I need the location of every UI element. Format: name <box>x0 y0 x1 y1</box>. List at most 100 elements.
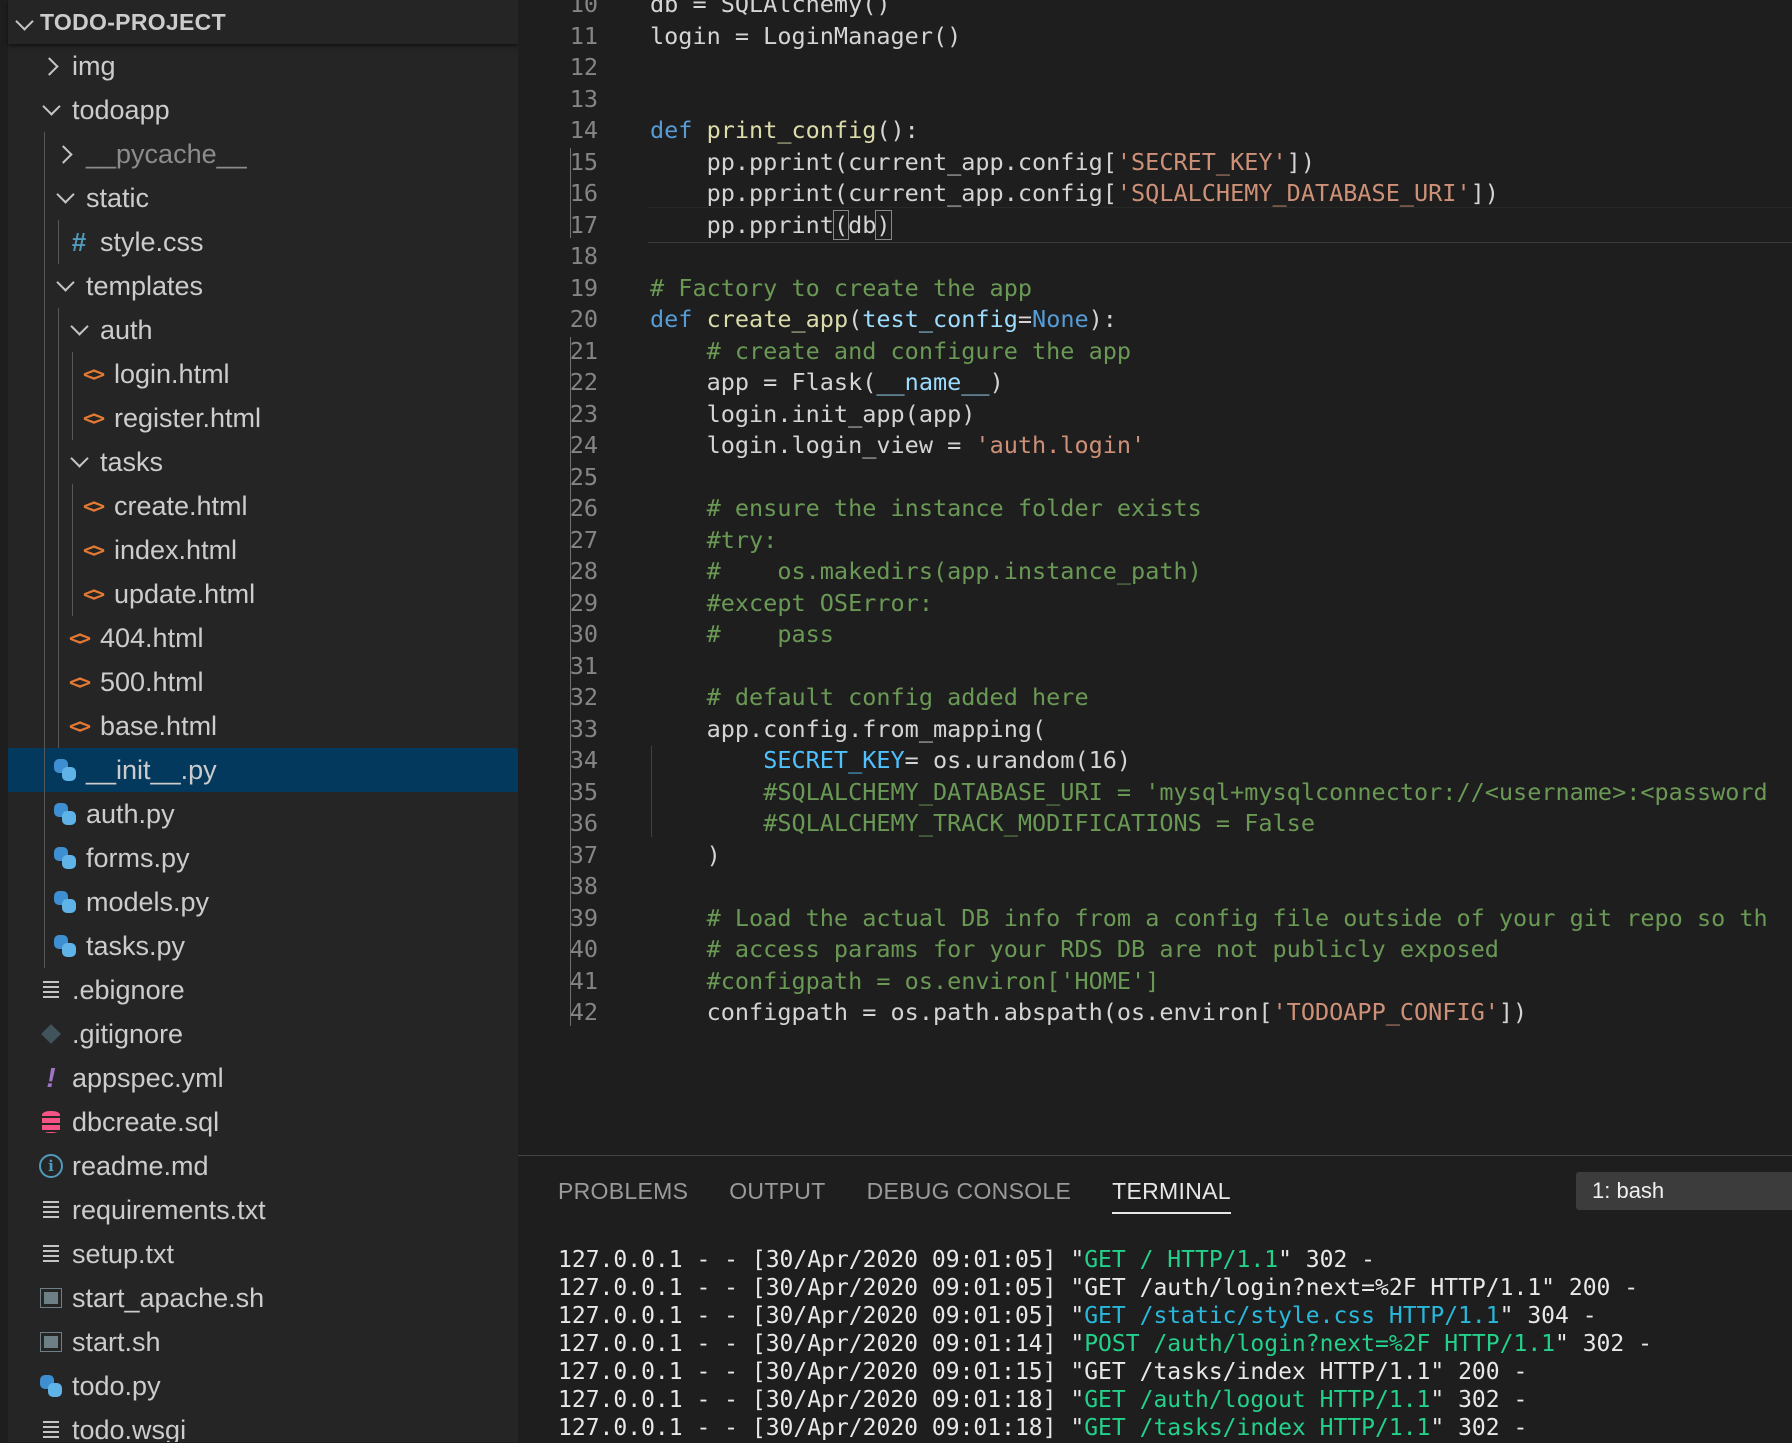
tree-item-templates[interactable]: templates <box>8 264 518 308</box>
tree-item-404-html[interactable]: <>404.html <box>8 616 518 660</box>
indent-guide <box>44 836 45 880</box>
python-file-icon <box>50 891 80 913</box>
log-status: " 200 - <box>1541 1275 1638 1301</box>
tree-item-base-html[interactable]: <>base.html <box>8 704 518 748</box>
indent-guide <box>44 748 45 792</box>
code-line[interactable]: 42 configpath = os.path.abspath(os.envir… <box>518 994 1792 1030</box>
terminal-line: 127.0.0.1 - - [30/Apr/2020 09:01:05] "GE… <box>558 1302 1652 1330</box>
indent-guide <box>44 704 45 748</box>
tree-item-label: setup.txt <box>72 1239 174 1270</box>
tree-item-ebignore[interactable]: .ebignore <box>8 968 518 1012</box>
indent-guide <box>58 352 59 396</box>
tree-item-static[interactable]: static <box>8 176 518 220</box>
log-status: " 200 - <box>1430 1359 1527 1385</box>
tree-item-start-sh[interactable]: start.sh <box>8 1320 518 1364</box>
database-file-icon <box>36 1111 66 1133</box>
python-file-icon <box>50 847 80 869</box>
text-file-icon <box>36 1245 66 1263</box>
tree-item-login-html[interactable]: <>login.html <box>8 352 518 396</box>
bottom-panel: PROBLEMS OUTPUT DEBUG CONSOLE TERMINAL 1: b… <box>518 1155 1792 1443</box>
tree-item-init-py[interactable]: __init__.py <box>8 748 518 792</box>
tree-item-label: todoapp <box>72 95 170 126</box>
html-file-icon: <> <box>78 494 108 518</box>
info-file-icon: i <box>36 1154 66 1178</box>
tree-item-gitignore[interactable]: .gitignore <box>8 1012 518 1056</box>
tree-item-auth[interactable]: auth <box>8 308 518 352</box>
tree-item-create-html[interactable]: <>create.html <box>8 484 518 528</box>
tree-item-pycache[interactable]: __pycache__ <box>8 132 518 176</box>
tree-item-appspec-yml[interactable]: !appspec.yml <box>8 1056 518 1100</box>
log-status: " 302 - <box>1430 1387 1527 1413</box>
log-status: " 302 - <box>1278 1247 1375 1273</box>
tree-item-dbcreate-sql[interactable]: dbcreate.sql <box>8 1100 518 1144</box>
tree-item-requirements-txt[interactable]: requirements.txt <box>8 1188 518 1232</box>
tree-item-models-py[interactable]: models.py <box>8 880 518 924</box>
tree-item-img[interactable]: img <box>8 44 518 88</box>
indent-guide <box>58 660 59 704</box>
tree-item-label: dbcreate.sql <box>72 1107 219 1138</box>
tree-item-label: .ebignore <box>72 975 185 1006</box>
terminal-selector[interactable]: 1: bash <box>1576 1172 1792 1210</box>
log-prefix: 127.0.0.1 - - [30/Apr/2020 09:01:18] " <box>558 1415 1084 1441</box>
code-text: configpath = os.path.abspath(os.environ[… <box>650 994 1527 1030</box>
log-status: " 304 - <box>1500 1303 1597 1329</box>
log-request: GET /auth/login?next=%2F HTTP/1.1 <box>1084 1275 1541 1301</box>
tree-item-label: auth.py <box>86 799 175 830</box>
tree-item-todoapp[interactable]: todoapp <box>8 88 518 132</box>
indent-guide <box>44 572 45 616</box>
shell-file-icon <box>36 1288 66 1308</box>
chevron-down-icon <box>36 107 66 113</box>
tree-item-update-html[interactable]: <>update.html <box>8 572 518 616</box>
terminal-line: 127.0.0.1 - - [30/Apr/2020 09:01:18] "GE… <box>558 1386 1652 1414</box>
tree-item-todo-py[interactable]: todo.py <box>8 1364 518 1408</box>
tree-item-label: update.html <box>114 579 255 610</box>
tab-terminal[interactable]: TERMINAL <box>1112 1156 1231 1226</box>
tab-problems[interactable]: PROBLEMS <box>558 1156 688 1226</box>
indent-guide <box>44 176 45 220</box>
tree-item-readme-md[interactable]: ireadme.md <box>8 1144 518 1188</box>
tree-item-label: 404.html <box>100 623 204 654</box>
terminal-output[interactable]: 127.0.0.1 - - [30/Apr/2020 09:01:05] "GE… <box>558 1246 1652 1442</box>
tree-item-label: img <box>72 51 116 82</box>
tab-debug-console[interactable]: DEBUG CONSOLE <box>867 1156 1072 1226</box>
indent-guide <box>44 924 45 968</box>
indent-guide <box>72 572 73 616</box>
project-header[interactable]: TODO-PROJECT <box>8 0 518 44</box>
tree-item-label: todo.py <box>72 1371 161 1402</box>
tree-item-setup-txt[interactable]: setup.txt <box>8 1232 518 1276</box>
explorer-sidebar: TODO-PROJECT img todoapp __pycache__static… <box>0 0 518 1442</box>
indent-guide <box>58 440 59 484</box>
log-request: GET /auth/logout HTTP/1.1 <box>1084 1387 1430 1413</box>
tree-item-index-html[interactable]: <>index.html <box>8 528 518 572</box>
html-file-icon: <> <box>78 538 108 562</box>
tree-item-auth-py[interactable]: auth.py <box>8 792 518 836</box>
indent-guide <box>44 880 45 924</box>
python-file-icon <box>36 1375 66 1397</box>
indent-guide <box>44 132 45 176</box>
tree-item-label: auth <box>100 315 153 346</box>
indent-guide <box>72 484 73 528</box>
tree-item-label: __init__.py <box>86 755 217 786</box>
tree-item-todo-wsgi[interactable]: todo.wsgi <box>8 1408 518 1442</box>
terminal-line: 127.0.0.1 - - [30/Apr/2020 09:01:05] "GE… <box>558 1246 1652 1274</box>
tree-item-500-html[interactable]: <>500.html <box>8 660 518 704</box>
tree-item-forms-py[interactable]: forms.py <box>8 836 518 880</box>
tree-item-tasks[interactable]: tasks <box>8 440 518 484</box>
html-file-icon: <> <box>78 582 108 606</box>
panel-tabs: PROBLEMS OUTPUT DEBUG CONSOLE TERMINAL <box>558 1156 1272 1226</box>
indent-guide <box>72 396 73 440</box>
indent-guide <box>58 528 59 572</box>
tree-item-start-apache-sh[interactable]: start_apache.sh <box>8 1276 518 1320</box>
indent-guide <box>570 337 571 1026</box>
indent-guide <box>58 484 59 528</box>
tree-item-register-html[interactable]: <>register.html <box>8 396 518 440</box>
terminal-line: 127.0.0.1 - - [30/Apr/2020 09:01:14] "PO… <box>558 1330 1652 1358</box>
indent-guide <box>44 440 45 484</box>
tree-item-tasks-py[interactable]: tasks.py <box>8 924 518 968</box>
tab-output[interactable]: OUTPUT <box>729 1156 825 1226</box>
tree-item-label: start.sh <box>72 1327 161 1358</box>
indent-guide <box>44 792 45 836</box>
code-editor[interactable]: 10db = SQLAlchemy()11login = LoginManage… <box>518 0 1792 1155</box>
indent-guide <box>570 148 571 239</box>
tree-item-style-css[interactable]: #style.css <box>8 220 518 264</box>
